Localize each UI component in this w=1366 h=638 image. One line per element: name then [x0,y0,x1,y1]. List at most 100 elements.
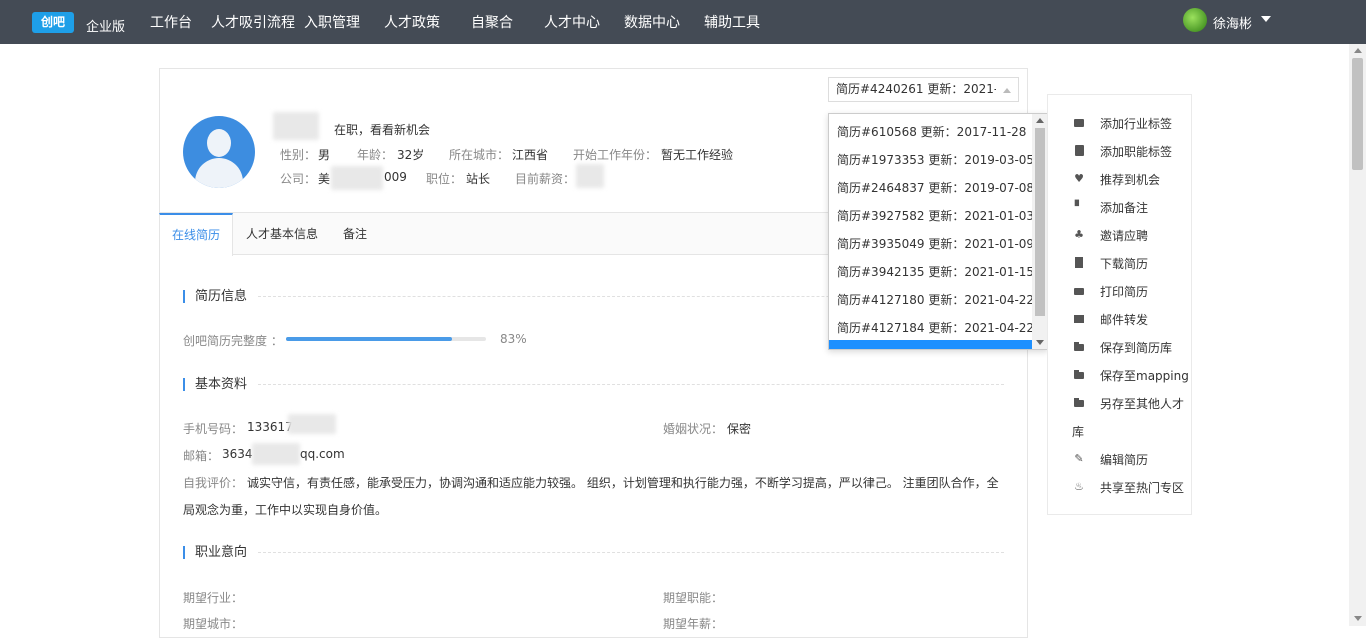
action-label: 保存到简历库 [1100,341,1173,355]
candidate-avatar [183,116,255,188]
nav-item-onboarding[interactable]: 入职管理 [304,12,360,32]
nav-item-tools[interactable]: 辅助工具 [704,12,760,32]
comments-icon: ▘ [1074,200,1084,213]
dropdown-scroll-thumb[interactable] [1035,128,1045,316]
user-avatar[interactable] [1183,8,1207,32]
folder-icon [1074,397,1084,409]
nav-item-self-aggregation[interactable]: 自聚合 [471,12,513,32]
expected-industry-label: 期望行业： [183,591,244,605]
folder-icon [1074,341,1084,353]
save-to-mapping-button[interactable]: 保存至mapping [1048,366,1193,386]
book-icon [1074,145,1084,157]
edition-label: 企业版 [86,20,126,35]
blurred-salary [576,164,604,188]
tab-online-resume[interactable]: 在线简历 [159,213,233,256]
expected-salary-label: 期望年薪： [663,617,724,631]
position-value: 站长 [466,172,491,186]
completeness-progress-bar [286,337,486,341]
divider [258,552,1004,553]
page-scroll-thumb[interactable] [1352,58,1363,170]
nav-item-workbench[interactable]: 工作台 [150,12,192,32]
expected-function-label: 期望职能： [663,591,724,605]
version-option[interactable]: 简历#3942135 更新：2021-01-15 [837,263,1034,280]
scroll-up-arrow-icon[interactable] [1036,118,1044,123]
resume-version-select[interactable]: 简历#4240261 更新：2021-04- [828,77,1019,102]
gender-value: 男 [318,148,331,162]
version-option[interactable]: 简历#3927582 更新：2021-01-03 [837,207,1034,224]
dropdown-scrollbar[interactable] [1032,114,1047,349]
file-icon [1074,257,1084,269]
action-label: 添加行业标签 [1100,117,1173,131]
email-forward-button[interactable]: 邮件转发 [1048,310,1193,330]
marital-label: 婚姻状况： [663,422,724,436]
recommend-to-opportunity-button[interactable]: ♥ 推荐到机会 [1048,170,1193,190]
fire-icon: ♨ [1074,480,1084,493]
blurred-company [331,166,383,190]
action-label: 邮件转发 [1100,313,1149,327]
nav-item-talent-policy[interactable]: 人才政策 [384,12,440,32]
email-prefix: 3634 [222,447,253,461]
person-body-icon [195,158,243,188]
start-year-label: 开始工作年份： [573,148,658,162]
add-note-button[interactable]: ▘ 添加备注 [1048,198,1193,218]
envelope-icon [1074,313,1084,325]
add-industry-tag-button[interactable]: 添加行业标签 [1048,114,1193,134]
section-title-resume-info: 简历信息 [183,290,247,303]
salary-label: 目前薪资： [515,172,576,186]
tab-basic-info[interactable]: 人才基本信息 [245,213,319,255]
blurred-email [252,443,300,465]
scroll-up-arrow-icon[interactable] [1354,48,1362,53]
scroll-down-arrow-icon[interactable] [1354,616,1362,621]
heart-icon: ♥ [1074,172,1084,185]
briefcase-icon [1074,117,1084,129]
download-resume-button[interactable]: 下载简历 [1048,254,1193,274]
section-title-career-intent: 职业意向 [183,546,247,559]
city-label: 所在城市： [449,148,510,162]
version-option[interactable]: 简历#4127180 更新：2021-04-22 [837,291,1034,308]
save-to-resume-library-button[interactable]: 保存到简历库 [1048,338,1193,358]
folder-icon [1074,369,1084,381]
action-label: 共享至热门专区 [1100,481,1185,495]
start-year-value: 暂无工作经验 [661,148,734,162]
position-label: 职位： [426,172,463,186]
nav-item-data-center[interactable]: 数据中心 [624,12,680,32]
edit-resume-button[interactable]: ✎ 编辑简历 [1048,450,1193,470]
resume-version-selected: 简历#4240261 更新：2021-04- [836,82,996,96]
completeness-value: 83% [500,332,527,346]
person-head-icon [207,129,231,157]
action-panel: 添加行业标签 添加职能标签 ♥ 推荐到机会 ▘ 添加备注 ♣ 邀请应聘 下载简历… [1047,94,1192,515]
action-label: 保存至mapping [1100,369,1189,383]
job-status: 在职，看看新机会 [334,123,431,137]
version-option[interactable]: 简历#4127184 更新：2021-04-22 [837,319,1034,336]
company-prefix: 美 [318,172,331,186]
invite-apply-button[interactable]: ♣ 邀请应聘 [1048,226,1193,246]
page-scrollbar[interactable] [1349,44,1366,626]
nav-item-talent-center[interactable]: 人才中心 [544,12,600,32]
resume-version-dropdown[interactable]: 简历#610568 更新：2017-11-28 简历#1973353 更新：20… [828,113,1048,350]
action-label: 添加备注 [1100,201,1149,215]
top-navbar: 创吧 企业版 工作台 人才吸引流程 入职管理 人才政策 自聚合 人才中心 数据中… [0,0,1366,44]
app-logo[interactable]: 创吧 [32,12,74,33]
phone-value: 133617 [247,420,293,434]
blurred-phone [288,414,336,434]
share-to-hot-zone-button[interactable]: ♨ 共享至热门专区 [1048,478,1193,498]
age-value: 32岁 [397,148,425,162]
version-option-highlighted[interactable] [829,340,1032,349]
version-option[interactable]: 简历#3935049 更新：2021-01-09 [837,235,1034,252]
expected-city-label: 期望城市： [183,617,244,631]
version-option[interactable]: 简历#1973353 更新：2019-03-05 [837,151,1034,168]
scroll-down-arrow-icon[interactable] [1036,340,1044,345]
gender-label: 性别： [280,148,317,162]
action-label: 推荐到机会 [1100,173,1161,187]
company-label: 公司： [280,172,317,186]
marital-value: 保密 [727,422,752,436]
print-resume-button[interactable]: 打印简历 [1048,282,1193,302]
nav-item-talent-attraction[interactable]: 人才吸引流程 [211,12,295,32]
tab-notes[interactable]: 备注 [335,213,375,255]
save-to-other-library-button[interactable]: 另存至其他人才 库 [1048,394,1193,439]
caret-down-icon[interactable] [1261,16,1271,22]
version-option[interactable]: 简历#2464837 更新：2019-07-08 [837,179,1034,196]
user-name[interactable]: 徐海彬 [1213,13,1252,32]
version-option[interactable]: 简历#610568 更新：2017-11-28 [837,123,1026,140]
add-function-tag-button[interactable]: 添加职能标签 [1048,142,1193,162]
